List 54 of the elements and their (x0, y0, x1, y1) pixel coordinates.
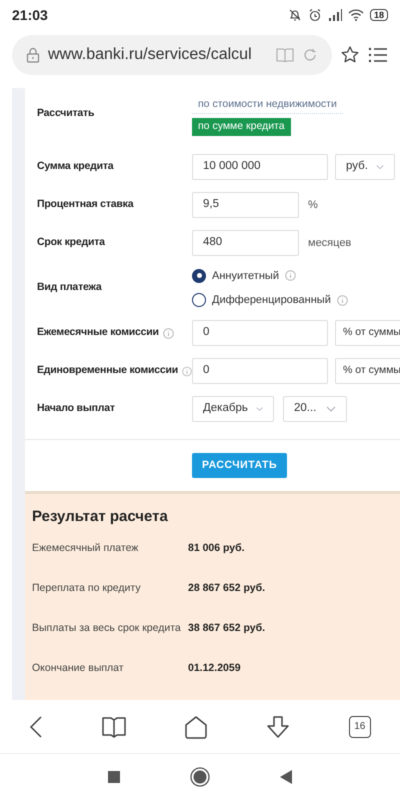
unit-label: месяцев (308, 236, 352, 251)
book-icon[interactable] (102, 716, 126, 738)
chevron-icon (256, 406, 263, 412)
signal-icon (328, 9, 342, 21)
select-field[interactable]: % от суммы (335, 320, 400, 346)
home-icon[interactable] (190, 767, 210, 787)
input-field[interactable]: 0 (192, 358, 328, 384)
result-value: 81 006 руб. (188, 540, 245, 556)
radio-button[interactable] (192, 268, 206, 283)
field-label: Начало выплат (37, 401, 115, 416)
field-label: Срок кредита (37, 235, 105, 250)
back-icon[interactable] (29, 716, 44, 738)
radio-label: Дифференцированный (212, 293, 331, 308)
tabs-button[interactable]: 16 (348, 716, 371, 738)
result-label: Ежемесячный платеж (32, 540, 140, 556)
result-value: 28 867 652 руб. (188, 580, 265, 596)
lock-icon (26, 47, 40, 63)
url-text: www.banki.ru/services/calcul (48, 45, 253, 65)
result-label: Окончание выплат (32, 660, 125, 676)
result-title: Результат расчета (32, 507, 169, 527)
chevron-icon (326, 406, 336, 412)
calc-mode-tab[interactable]: по стоимости недвижимости (192, 96, 343, 114)
result-label: Выплаты за весь срок кредита (32, 620, 182, 636)
input-field[interactable]: 10 000 000 (192, 154, 328, 180)
alarm-icon (308, 8, 322, 22)
battery-indicator: 18 (370, 9, 388, 21)
radio-button[interactable] (192, 293, 206, 308)
input-field[interactable]: 480 (192, 230, 299, 256)
result-label: Переплата по кредиту (32, 580, 142, 596)
result-value: 38 867 652 руб. (188, 620, 265, 636)
home-icon[interactable] (184, 714, 208, 738)
field-label: Рассчитать (37, 106, 94, 121)
unit-label: % (308, 198, 318, 213)
calc-mode-tab[interactable]: по сумме кредита (192, 118, 291, 136)
select-field[interactable]: руб. (335, 154, 395, 180)
wifi-icon (348, 9, 364, 21)
field-label: Сумма кредита (37, 159, 114, 174)
field-label: Вид платежа (37, 280, 102, 296)
radio-label: Аннуитетный (212, 268, 279, 284)
muted-bell-icon (288, 8, 302, 22)
input-field[interactable]: 9,5 (192, 192, 299, 218)
select-field[interactable]: % от суммы (335, 358, 400, 384)
field-label: Единовременные комиссии (37, 363, 178, 378)
result-value: 01.12.2059 (188, 660, 241, 676)
select-field[interactable]: 20... (283, 396, 347, 422)
select-field[interactable]: Декабрь (192, 396, 274, 422)
field-label: Ежемесячные комиссии (37, 325, 159, 340)
field-label: Процентная ставка (37, 197, 134, 212)
star-icon[interactable] (340, 45, 360, 65)
download-icon[interactable] (266, 714, 290, 738)
status-time: 21:03 (12, 6, 48, 24)
input-field[interactable]: 0 (192, 320, 328, 346)
menu-icon[interactable] (368, 46, 388, 64)
back-icon[interactable] (280, 770, 292, 784)
